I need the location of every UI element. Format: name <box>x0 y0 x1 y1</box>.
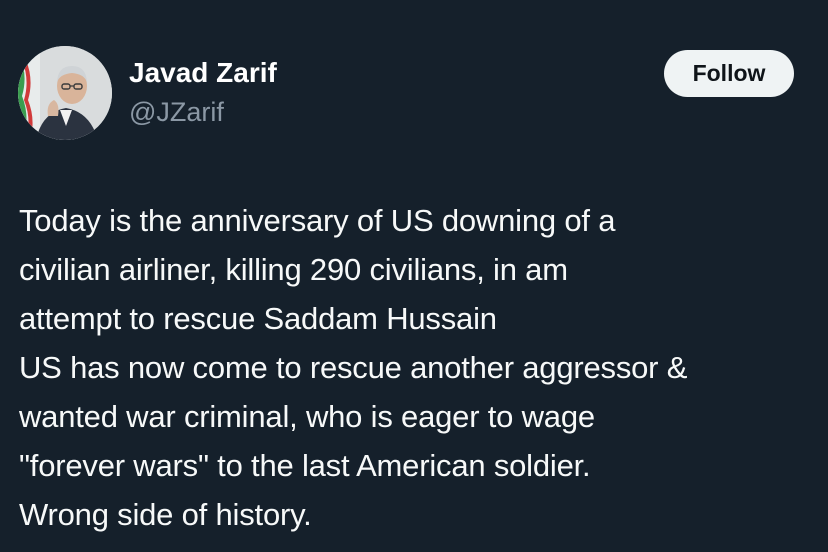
author-handle[interactable]: @JZarif <box>129 94 224 130</box>
tweet-text-line: wanted war criminal, who is eager to wag… <box>19 399 595 434</box>
tweet-card: Javad Zarif @JZarif Follow Today is the … <box>0 0 828 552</box>
tweet-text-line: civilian airliner, killing 290 civilians… <box>19 252 568 287</box>
author-avatar[interactable] <box>18 46 112 140</box>
tweet-text: Today is the anniversary of US downing o… <box>19 196 819 539</box>
tweet-text-line: "forever wars" to the last American sold… <box>19 448 591 483</box>
follow-button[interactable]: Follow <box>664 50 794 97</box>
profile-photo-icon <box>18 46 112 140</box>
tweet-text-line: Wrong side of history. <box>19 497 312 532</box>
tweet-text-line: attempt to rescue Saddam Hussain <box>19 301 497 336</box>
tweet-text-line: Today is the anniversary of US downing o… <box>19 203 616 238</box>
author-display-name[interactable]: Javad Zarif <box>129 55 277 91</box>
tweet-text-line: US has now come to rescue another aggres… <box>19 350 688 385</box>
